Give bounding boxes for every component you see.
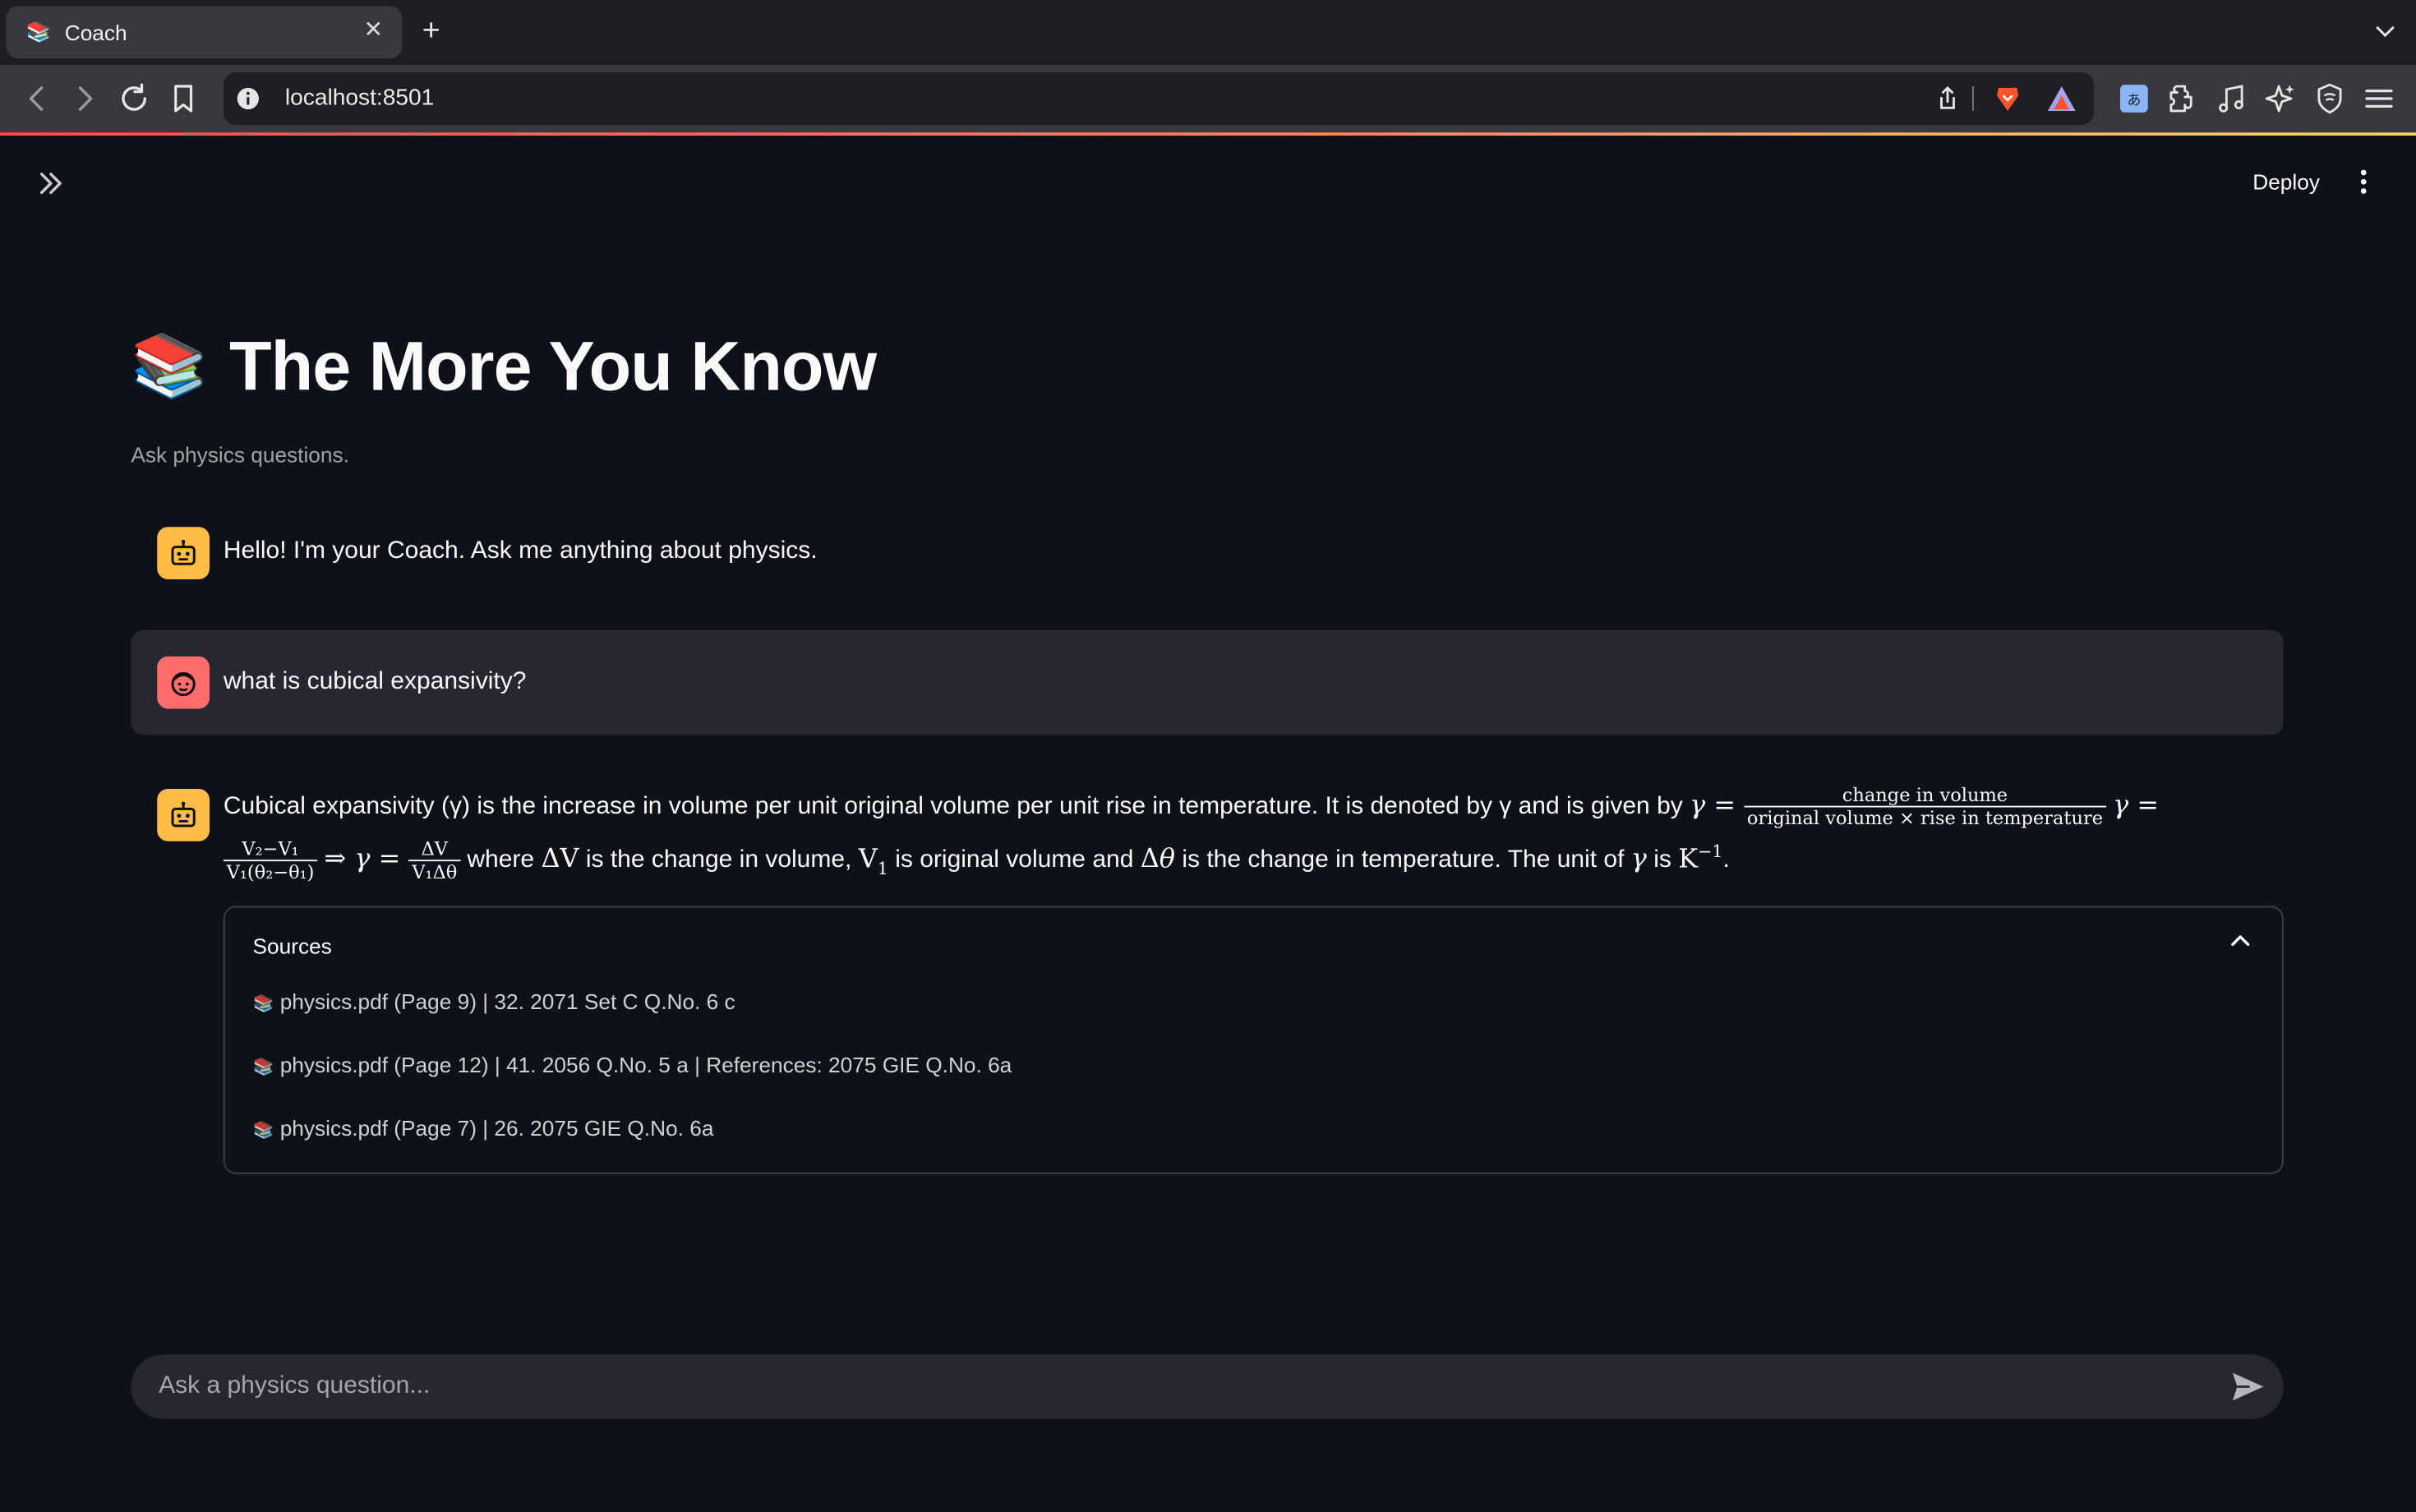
assistant-avatar — [157, 789, 210, 841]
tab-close-icon[interactable]: ✕ — [364, 18, 384, 44]
answer-is-text: is — [1653, 847, 1671, 874]
answer-dt-text: is the change in temperature. The unit o… — [1182, 847, 1625, 874]
expand-sidebar-icon[interactable] — [34, 167, 67, 201]
vpn-icon[interactable] — [2312, 81, 2346, 115]
reload-icon[interactable] — [116, 81, 153, 118]
user-message: what is cubical expansivity? — [131, 629, 2284, 735]
tab-list-chevron-icon[interactable] — [2373, 19, 2398, 44]
books-icon: 📚 — [131, 333, 208, 401]
share-icon[interactable] — [1934, 85, 1962, 113]
source-item: 📚 physics.pdf (Page 9) | 32. 2071 Set C Q… — [252, 989, 735, 1014]
forward-icon[interactable] — [67, 81, 104, 118]
robot-icon — [171, 801, 196, 827]
back-icon[interactable] — [19, 81, 56, 118]
answer-v1-text: is original volume and — [895, 847, 1134, 874]
brave-shields-icon[interactable] — [1992, 83, 2023, 114]
browser-tab[interactable]: 📚 Coach ✕ — [6, 6, 403, 59]
chevron-up-icon[interactable] — [2228, 929, 2252, 954]
assistant-message-text: Hello! I'm your Coach. Ask me anything a… — [223, 537, 818, 565]
new-tab-icon[interactable]: + — [422, 12, 440, 49]
svg-text:あ: あ — [2127, 92, 2141, 108]
chat-input[interactable] — [159, 1354, 2208, 1419]
extensions-icon[interactable] — [2165, 81, 2198, 115]
robot-icon — [171, 539, 196, 565]
media-icon[interactable] — [2214, 81, 2248, 115]
browser-tab-strip: 📚 Coach ✕ + — [0, 0, 2416, 65]
main-menu-icon[interactable] — [2349, 167, 2380, 198]
page-title: 📚 The More You Know — [131, 320, 877, 413]
send-icon[interactable] — [2231, 1371, 2265, 1403]
browser-toolbar: localhost:8501 あ — [0, 64, 2416, 133]
source-item: 📚 physics.pdf (Page 12) | 41. 2056 Q.No. … — [252, 1052, 1012, 1077]
books-icon: 📚 — [252, 1122, 274, 1141]
books-icon: 📚 — [252, 995, 274, 1014]
gamma-symbol: γ — [2113, 790, 2129, 822]
gamma-symbol: γ — [1690, 790, 1706, 822]
tab-title: Coach — [64, 20, 127, 45]
page: 📚 Coach ✕ + localhost:8501 あ Deploy 📚 Th… — [0, 0, 2416, 1511]
deploy-button[interactable]: Deploy — [2252, 168, 2320, 196]
url-text[interactable]: localhost:8501 — [285, 85, 434, 113]
user-face-icon — [171, 671, 196, 697]
user-message-text: what is cubical expansivity? — [223, 668, 527, 695]
formula-fraction: ΔV V₁Δθ — [408, 838, 461, 883]
answer-intro: Cubical expansivity (γ) is the increase … — [223, 793, 1683, 820]
formula-fraction: change in volume original volume × rise i… — [1744, 785, 2106, 829]
page-title-text: The More You Know — [229, 326, 877, 406]
answer-dv-text: is the change in volume, — [585, 847, 852, 874]
assistant-answer: Cubical expansivity (γ) is the increase … — [131, 778, 2283, 886]
tab-favicon-icon: 📚 — [25, 20, 52, 44]
sources-expander[interactable]: Sources 📚 physics.pdf (Page 9) | 32. 2071… — [223, 906, 2284, 1174]
site-info-icon[interactable] — [236, 86, 261, 111]
assistant-message: Hello! I'm your Coach. Ask me anything a… — [131, 516, 2283, 590]
source-item: 📚 physics.pdf (Page 7) | 26. 2075 GIE Q.N… — [252, 1115, 714, 1141]
assistant-answer-text: Cubical expansivity (γ) is the increase … — [223, 784, 2160, 883]
address-bar[interactable]: localhost:8501 — [223, 72, 2095, 125]
sources-expander-label[interactable]: Sources — [253, 932, 332, 960]
bookmark-icon[interactable] — [165, 81, 202, 118]
translate-extension-icon[interactable]: あ — [2117, 81, 2151, 115]
chat-input-container — [131, 1354, 2284, 1419]
page-caption: Ask physics questions. — [131, 442, 349, 468]
brave-rewards-icon[interactable] — [2046, 83, 2077, 114]
leo-ai-icon[interactable] — [2263, 81, 2297, 115]
formula-fraction: V₂−V₁ V₁(θ₂−θ₁) — [223, 838, 318, 883]
address-bar-divider — [1972, 86, 1974, 111]
books-icon: 📚 — [252, 1058, 274, 1077]
app-header-decoration — [0, 132, 2416, 136]
assistant-avatar — [157, 527, 210, 579]
answer-where: where — [467, 847, 535, 874]
user-avatar — [157, 656, 210, 709]
menu-icon[interactable] — [2362, 81, 2395, 115]
